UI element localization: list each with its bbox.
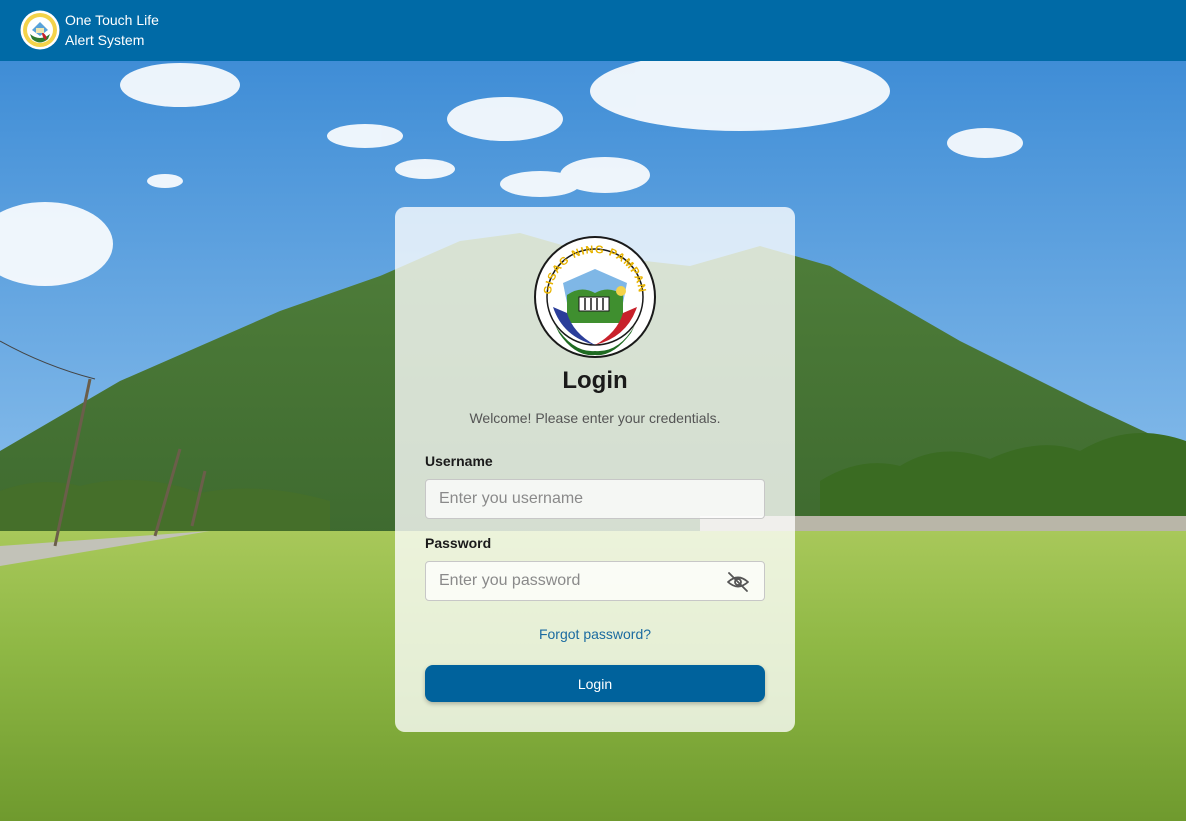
username-input[interactable] [425, 479, 765, 519]
forgot-password-link[interactable]: Forgot password? [395, 626, 795, 642]
eye-off-icon[interactable] [726, 570, 750, 594]
app-title: One Touch Life Alert System [65, 10, 159, 50]
password-label: Password [425, 535, 492, 551]
header-logo [20, 10, 60, 50]
provincial-seal-logo: SAGISAG NING PAMPANGA [533, 235, 656, 358]
login-card: SAGISAG NING PAMPANGA Login Welcome! Ple… [395, 207, 795, 732]
welcome-text: Welcome! Please enter your credentials. [469, 410, 721, 426]
login-heading: Login [562, 367, 628, 394]
login-button[interactable]: Login [425, 665, 765, 702]
password-input[interactable] [425, 561, 765, 601]
app-title-line1: One Touch Life [65, 12, 159, 28]
app-title-line2: Alert System [65, 32, 145, 48]
top-navbar: One Touch Life Alert System [0, 0, 1186, 61]
username-label: Username [425, 453, 493, 469]
